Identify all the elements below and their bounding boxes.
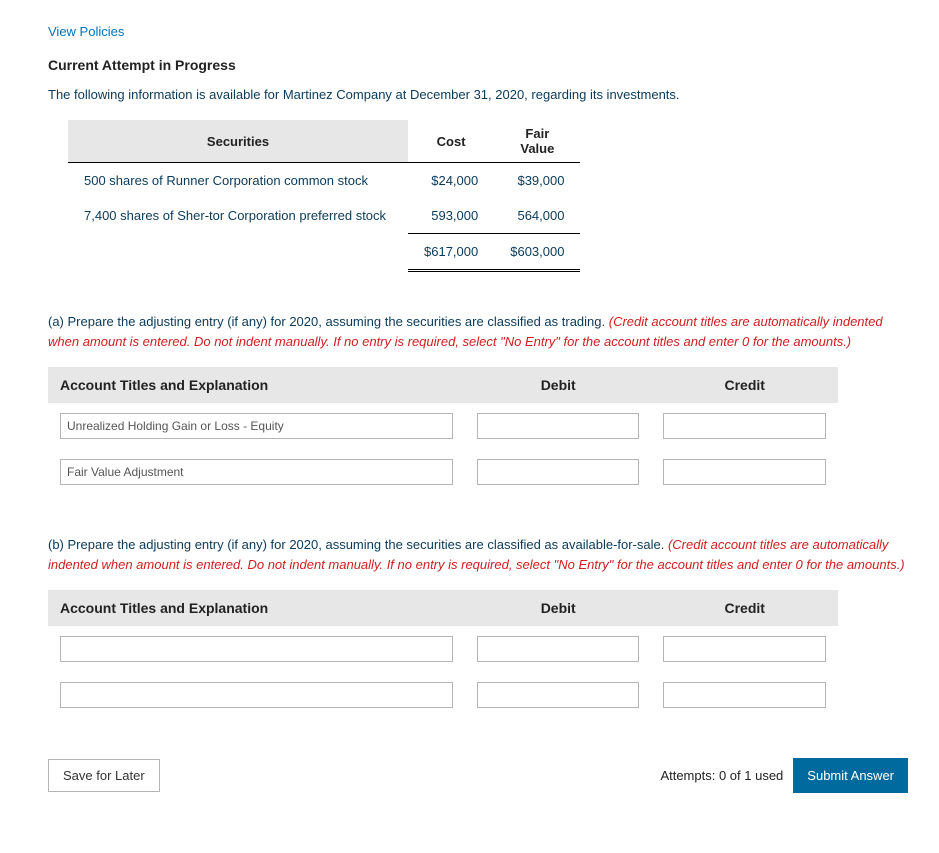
sec-desc: 500 shares of Runner Corporation common … (68, 163, 408, 199)
credit-input[interactable] (663, 459, 826, 485)
je-header-credit: Credit (651, 367, 838, 403)
footer-bar: Save for Later Attempts: 0 of 1 used Sub… (48, 758, 908, 793)
securities-table: Securities Cost Fair Value 500 shares of… (68, 120, 580, 272)
table-row: 7,400 shares of Sher-tor Corporation pre… (68, 198, 580, 234)
view-policies-link[interactable]: View Policies (48, 24, 124, 39)
journal-row (48, 672, 838, 718)
part-b-pref: (b) Prepare the adjusting entry (if any)… (48, 537, 668, 552)
total-fv: $603,000 (494, 234, 580, 271)
part-a-instruction: (a) Prepare the adjusting entry (if any)… (48, 312, 907, 351)
debit-input[interactable] (477, 682, 640, 708)
je-header-debit: Debit (465, 590, 652, 626)
journal-row (48, 449, 838, 495)
footer-right: Attempts: 0 of 1 used Submit Answer (660, 758, 908, 793)
sec-fv: 564,000 (494, 198, 580, 234)
save-for-later-button[interactable]: Save for Later (48, 759, 160, 792)
submit-answer-button[interactable]: Submit Answer (793, 758, 908, 793)
table-total-row: $617,000 $603,000 (68, 234, 580, 271)
je-header-credit: Credit (651, 590, 838, 626)
je-header-debit: Debit (465, 367, 652, 403)
journal-row (48, 403, 838, 449)
credit-input[interactable] (663, 682, 826, 708)
sec-header: Securities (68, 120, 408, 163)
total-cost: $617,000 (408, 234, 494, 271)
account-title-input[interactable] (60, 636, 453, 662)
debit-input[interactable] (477, 636, 640, 662)
part-b-instruction: (b) Prepare the adjusting entry (if any)… (48, 535, 907, 574)
credit-input[interactable] (663, 636, 826, 662)
sec-desc: 7,400 shares of Sher-tor Corporation pre… (68, 198, 408, 234)
journal-table-b: Account Titles and Explanation Debit Cre… (48, 590, 838, 718)
attempt-title: Current Attempt in Progress (48, 57, 907, 73)
table-row: 500 shares of Runner Corporation common … (68, 163, 580, 199)
account-title-input[interactable] (60, 413, 453, 439)
fv-header: Fair Value (494, 120, 580, 163)
account-title-input[interactable] (60, 459, 453, 485)
journal-row (48, 626, 838, 672)
intro-text: The following information is available f… (48, 87, 907, 102)
sec-fv: $39,000 (494, 163, 580, 199)
attempts-label: Attempts: 0 of 1 used (660, 768, 783, 783)
journal-table-a: Account Titles and Explanation Debit Cre… (48, 367, 838, 495)
page-root: View Policies Current Attempt in Progres… (0, 0, 939, 853)
account-title-input[interactable] (60, 682, 453, 708)
debit-input[interactable] (477, 413, 640, 439)
cost-header: Cost (408, 120, 494, 163)
credit-input[interactable] (663, 413, 826, 439)
sec-cost: 593,000 (408, 198, 494, 234)
je-header-title: Account Titles and Explanation (48, 367, 465, 403)
debit-input[interactable] (477, 459, 640, 485)
sec-cost: $24,000 (408, 163, 494, 199)
part-a-pref: (a) Prepare the adjusting entry (if any)… (48, 314, 609, 329)
je-header-title: Account Titles and Explanation (48, 590, 465, 626)
